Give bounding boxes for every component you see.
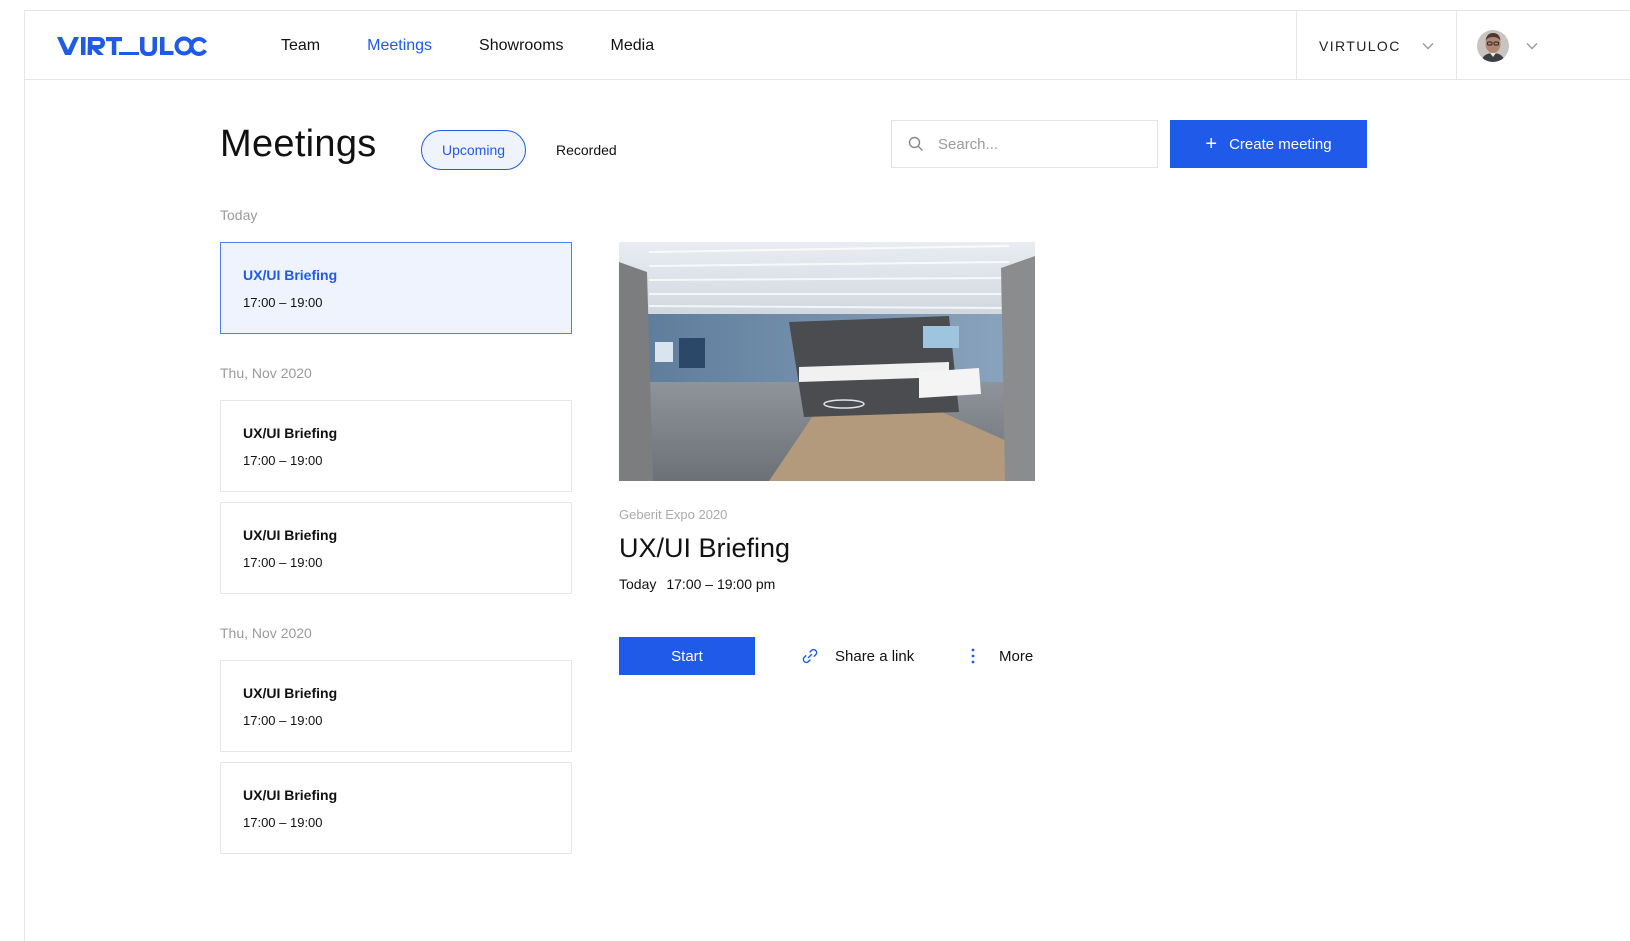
meeting-detail-title: UX/UI Briefing bbox=[619, 533, 791, 563]
nav-team[interactable]: Team bbox=[281, 37, 320, 55]
meeting-title: UX/UI Briefing bbox=[243, 787, 338, 803]
group-label-date: Thu, Nov 2020 bbox=[220, 365, 312, 381]
meeting-detail-time: 17:00 – 19:00 pm bbox=[666, 576, 776, 592]
meeting-detail-when: Today 17:00 – 19:00 pm bbox=[619, 576, 785, 592]
meeting-card[interactable]: UX/UI Briefing 17:00 – 19:00 bbox=[220, 660, 572, 752]
meeting-card[interactable]: UX/UI Briefing 17:00 – 19:00 bbox=[220, 762, 572, 854]
share-link-button[interactable]: Share a link bbox=[801, 637, 914, 675]
group-label-date: Thu, Nov 2020 bbox=[220, 625, 312, 641]
search-input[interactable] bbox=[938, 135, 1138, 153]
tab-upcoming[interactable]: Upcoming bbox=[421, 130, 526, 170]
more-vertical-icon bbox=[971, 648, 975, 664]
nav-showrooms[interactable]: Showrooms bbox=[479, 37, 563, 55]
plus-icon: + bbox=[1205, 133, 1218, 155]
share-link-label: Share a link bbox=[835, 647, 915, 665]
meeting-detail-day: Today bbox=[619, 576, 657, 592]
meeting-time: 17:00 – 19:00 bbox=[243, 295, 323, 310]
logo-mark bbox=[57, 36, 207, 56]
org-name: VIRTULOC bbox=[1319, 37, 1401, 54]
chevron-down-icon bbox=[1422, 43, 1434, 50]
search-box[interactable] bbox=[891, 120, 1158, 168]
search-icon bbox=[908, 136, 923, 151]
showroom-preview-image bbox=[619, 242, 1035, 481]
meeting-title: UX/UI Briefing bbox=[243, 267, 338, 283]
meeting-card[interactable]: UX/UI Briefing 17:00 – 19:00 bbox=[220, 242, 572, 334]
meeting-title: UX/UI Briefing bbox=[243, 685, 338, 701]
avatar bbox=[1477, 29, 1509, 62]
meeting-title: UX/UI Briefing bbox=[243, 527, 338, 543]
meeting-time: 17:00 – 19:00 bbox=[243, 453, 323, 468]
meeting-venue: Geberit Expo 2020 bbox=[619, 507, 728, 522]
main-nav: Team Meetings Showrooms Media bbox=[281, 11, 701, 80]
group-label-today: Today bbox=[220, 207, 258, 223]
org-switcher[interactable]: VIRTULOC bbox=[1296, 11, 1457, 80]
start-button[interactable]: Start bbox=[619, 637, 755, 675]
meeting-time: 17:00 – 19:00 bbox=[243, 555, 323, 570]
meeting-card[interactable]: UX/UI Briefing 17:00 – 19:00 bbox=[220, 400, 572, 492]
page-title: Meetings bbox=[220, 123, 377, 165]
meeting-time: 17:00 – 19:00 bbox=[243, 713, 323, 728]
nav-meetings[interactable]: Meetings bbox=[367, 37, 432, 55]
create-meeting-button[interactable]: + Create meeting bbox=[1170, 120, 1367, 168]
meeting-title: UX/UI Briefing bbox=[243, 425, 338, 441]
user-menu[interactable] bbox=[1457, 11, 1630, 80]
meeting-time: 17:00 – 19:00 bbox=[243, 815, 323, 830]
nav-media[interactable]: Media bbox=[611, 37, 655, 55]
virtuloc-logo[interactable] bbox=[57, 33, 207, 59]
chevron-down-icon bbox=[1526, 43, 1538, 50]
more-button[interactable]: More bbox=[969, 637, 1033, 675]
more-label: More bbox=[999, 647, 1034, 665]
meeting-card[interactable]: UX/UI Briefing 17:00 – 19:00 bbox=[220, 502, 572, 594]
link-icon bbox=[802, 648, 818, 664]
tab-recorded[interactable]: Recorded bbox=[556, 130, 617, 170]
create-meeting-label: Create meeting bbox=[1229, 135, 1332, 153]
top-header: Team Meetings Showrooms Media VIRTULOC bbox=[25, 11, 1630, 80]
app-frame: Team Meetings Showrooms Media VIRTULOC M… bbox=[24, 10, 1630, 941]
